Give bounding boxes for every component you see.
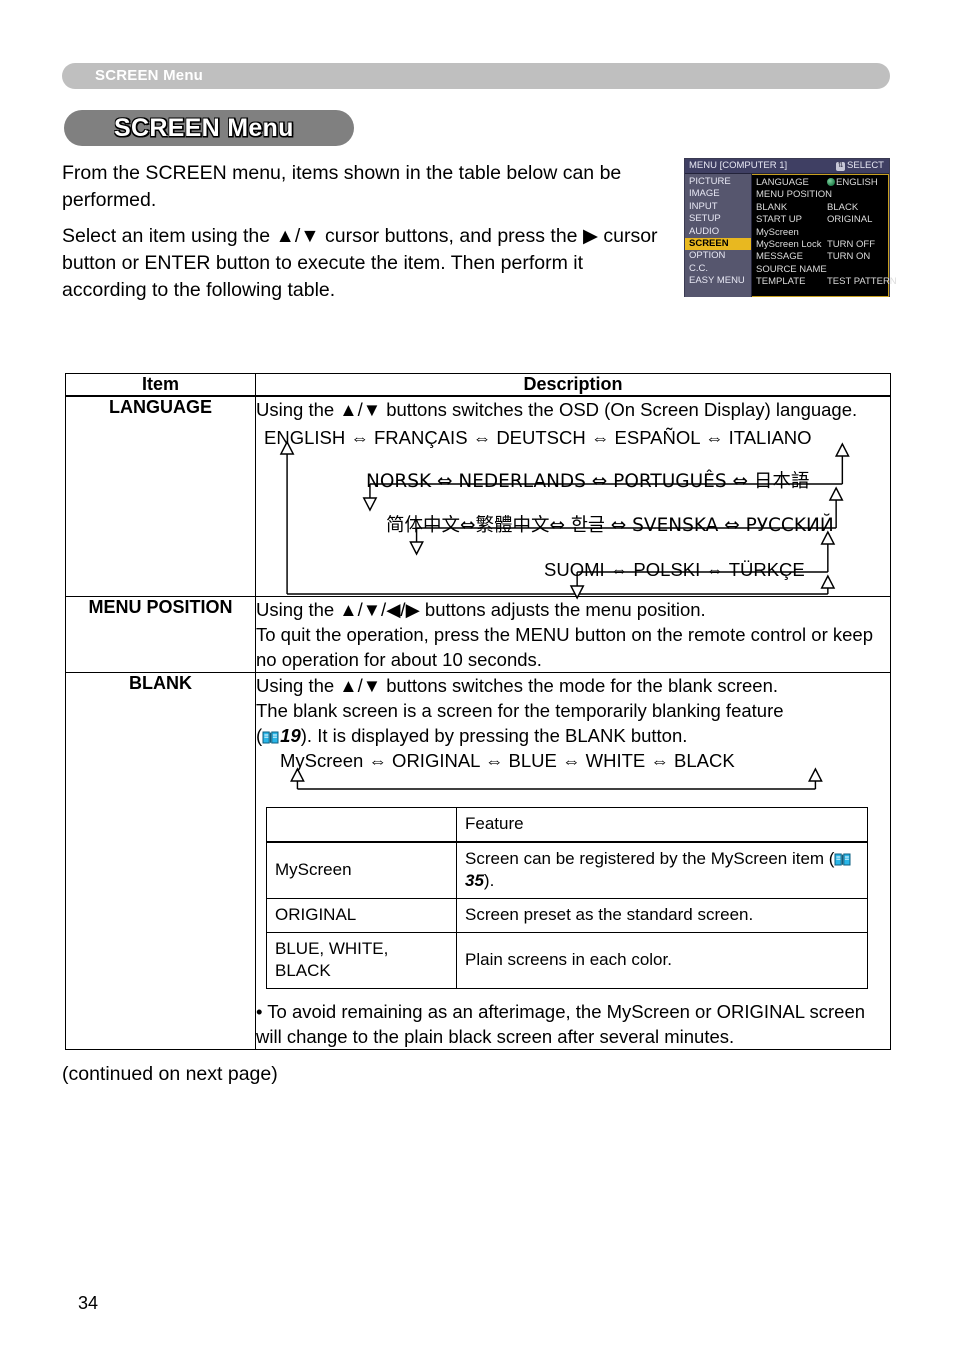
screen-menu-table: Item Description LANGUAGE Using the ▲/▼ … [65, 373, 891, 1050]
osd-item-value: TURN ON [827, 251, 871, 263]
osd-body: PICTURE IMAGE INPUT SETUP AUDIO SCREEN OPTION C… [685, 174, 897, 297]
osd-category-screen[interactable]: SCREEN [685, 238, 751, 251]
feature-table-header-blank [266, 807, 457, 843]
blank-cycle-line: MyScreen ⇔ ORIGINAL ⇔ BLUE ⇔ WHITE ⇔ BLA… [280, 750, 735, 771]
osd-category-image[interactable]: IMAGE [685, 188, 751, 200]
feature-table-header-feature: Feature [456, 807, 868, 843]
osd-category-option[interactable]: OPTION [685, 250, 751, 262]
menu-position-line-2: To quit the operation, press the MENU bu… [256, 624, 874, 670]
osd-item-label: MyScreen [756, 226, 799, 238]
language-cycle-line-3: 简体中文⇔繁體中文⇔ 한글 ⇔ SVENSKA ⇔ PУCCKИЙ [386, 515, 834, 536]
language-cycle-line-1: ENGLISH ⇔ FRANÇAIS ⇔ DEUTSCH ⇔ ESPAÑOL ⇔… [264, 427, 812, 448]
table-row-language: LANGUAGE Using the ▲/▼ buttons switches … [65, 395, 891, 600]
feature-desc-original: Screen preset as the standard screen. [456, 898, 868, 933]
osd-item-value: TURN OFF [827, 238, 876, 250]
feature-table-row-original: ORIGINAL Screen preset as the standard s… [266, 898, 868, 933]
osd-category-picture[interactable]: PICTURE [685, 176, 751, 188]
osd-category-input[interactable]: INPUT [685, 201, 751, 213]
table-header-row: Item Description [65, 373, 891, 397]
osd-item-message[interactable]: MESSAGE TURN ON [752, 251, 888, 263]
feature-table-header-row: Feature [266, 807, 868, 843]
running-header-label: SCREEN Menu [95, 67, 204, 84]
page-number: 34 [78, 1293, 99, 1313]
description-menu-position: Using the ▲/▼/◀/▶ buttons adjusts the me… [255, 596, 891, 673]
feature-desc-myscreen: Screen can be registered by the MyScreen… [456, 841, 868, 899]
column-header-item: Item [65, 373, 256, 397]
language-intro-text: Using the ▲/▼ buttons switches the OSD (… [256, 399, 858, 420]
updown-key-icon: ⇅ [836, 162, 846, 171]
running-header: SCREEN Menu [62, 63, 890, 89]
book-icon [834, 850, 851, 866]
osd-item-value: ENGLISH [827, 177, 878, 189]
table-row-menu-position: MENU POSITION Using the ▲/▼/◀/▶ buttons … [65, 596, 891, 673]
blank-cycle-diagram: MyScreen ⇔ ORIGINAL ⇔ BLUE ⇔ WHITE ⇔ BLA… [256, 749, 890, 795]
menu-position-line-1: Using the ▲/▼/◀/▶ buttons adjusts the me… [256, 599, 706, 620]
intro-paragraph-1: From the SCREEN menu, items shown in the… [62, 162, 622, 211]
feature-table-row-myscreen: MyScreen Screen can be registered by the… [266, 841, 868, 899]
osd-category-easy-menu[interactable]: EASY MENU [685, 275, 751, 287]
osd-item-source-name[interactable]: SOURCE NAME [752, 264, 888, 276]
osd-item-value: ORIGINAL [827, 214, 873, 226]
osd-item-value: BLACK [827, 201, 859, 213]
description-blank: Using the ▲/▼ buttons switches the mode … [255, 672, 891, 1050]
feature-mode-myscreen: MyScreen [266, 841, 457, 899]
osd-item-menu-position[interactable]: MENU POSITION [752, 189, 888, 201]
osd-item-label: LANGUAGE [756, 177, 809, 188]
feature-mode-colors: BLUE, WHITE, BLACK [266, 932, 457, 989]
book-icon [262, 725, 279, 744]
intro-paragraph-2: Select an item using the ▲/▼ cursor butt… [62, 225, 658, 301]
osd-item-myscreen[interactable]: MyScreen [752, 227, 888, 239]
language-cycle-diagram: ENGLISH ⇔ FRANÇAIS ⇔ DEUTSCH ⇔ ESPAÑOL ⇔… [256, 424, 890, 600]
feature-table-row-colors: BLUE, WHITE, BLACK Plain screens in each… [266, 932, 868, 989]
feature-desc-myscreen-suffix: ). [483, 871, 495, 890]
osd-item-blank[interactable]: BLANK BLACK [752, 202, 888, 214]
description-language: Using the ▲/▼ buttons switches the OSD (… [255, 395, 891, 600]
osd-item-language[interactable]: LANGUAGE ENGLISH [752, 177, 888, 189]
item-label-menu-position: MENU POSITION [65, 596, 256, 673]
blank-page-ref-number: 19 [280, 725, 301, 746]
osd-item-label: TEMPLATE [756, 276, 806, 288]
blank-note: • To avoid remaining as an afterimage, t… [256, 1001, 866, 1047]
osd-category-list[interactable]: PICTURE IMAGE INPUT SETUP AUDIO SCREEN OPTION C… [685, 174, 752, 297]
osd-title-bar: MENU [COMPUTER 1] ⇅ SELECT [685, 159, 889, 174]
feature-desc-colors: Plain screens in each color. [456, 932, 868, 989]
osd-item-label: BLANK [756, 201, 788, 213]
continued-note: (continued on next page) [62, 1063, 278, 1085]
osd-item-myscreen-lock[interactable]: MyScreen Lock TURN OFF [752, 239, 888, 251]
blank-line-2: The blank screen is a screen for the tem… [256, 700, 784, 721]
osd-item-label: SOURCE NAME [756, 263, 827, 275]
table-row-blank: BLANK Using the ▲/▼ buttons switches the… [65, 672, 891, 1050]
language-cycle-line-2: NORSK ⇔ NEDERLANDS ⇔ PORTUGUÊS ⇔ 日本語 [366, 471, 810, 492]
blank-page-ref-suffix: ). It is displayed by pressing the BLANK… [300, 725, 688, 746]
osd-select-label: SELECT [847, 160, 884, 171]
osd-select-hint: ⇅ SELECT [836, 160, 884, 171]
blank-line-3: (19). It is displayed by pressing the BL… [256, 723, 890, 748]
feature-desc-myscreen-page: 35 [465, 871, 484, 890]
feature-mode-original: ORIGINAL [266, 898, 457, 933]
osd-title-label: MENU [COMPUTER 1] [689, 160, 788, 171]
osd-menu-screenshot: MENU [COMPUTER 1] ⇅ SELECT PICTURE IMAGE IN… [684, 158, 897, 297]
feature-desc-myscreen-prefix: Screen can be registered by the MyScreen… [465, 849, 835, 868]
osd-item-panel[interactable]: LANGUAGE ENGLISH MENU POSITION BLANK BLACK ST… [752, 174, 897, 297]
osd-item-label: MESSAGE [756, 251, 803, 263]
osd-item-template[interactable]: TEMPLATE TEST PATTERN [752, 276, 897, 288]
osd-category-c-c-[interactable]: C.C. [685, 263, 751, 275]
osd-item-label: MENU POSITION [756, 189, 833, 201]
osd-item-value: TEST PATTERN [827, 276, 897, 288]
column-header-description: Description [255, 373, 891, 397]
osd-item-start-up[interactable]: START UP ORIGINAL [752, 214, 888, 226]
intro-text-block: From the SCREEN menu, items shown in the… [62, 160, 672, 313]
osd-category-audio[interactable]: AUDIO [685, 226, 751, 238]
item-label-blank: BLANK [65, 672, 256, 1050]
page-title-pill: SCREEN Menu [64, 110, 354, 146]
language-cycle-line-4: SUOMI ⇔ POLSKI ⇔ TÜRKÇE [544, 559, 805, 580]
osd-category-setup[interactable]: SETUP [685, 213, 751, 225]
globe-icon [827, 178, 835, 186]
blank-feature-table: Feature MyScreen Screen can be registere… [266, 807, 868, 989]
blank-line-1: Using the ▲/▼ buttons switches the mode … [256, 675, 778, 696]
item-label-language: LANGUAGE [65, 395, 256, 597]
page-title: SCREEN Menu [114, 114, 294, 142]
osd-item-label: START UP [756, 214, 802, 226]
osd-item-label: MyScreen Lock [756, 238, 822, 250]
